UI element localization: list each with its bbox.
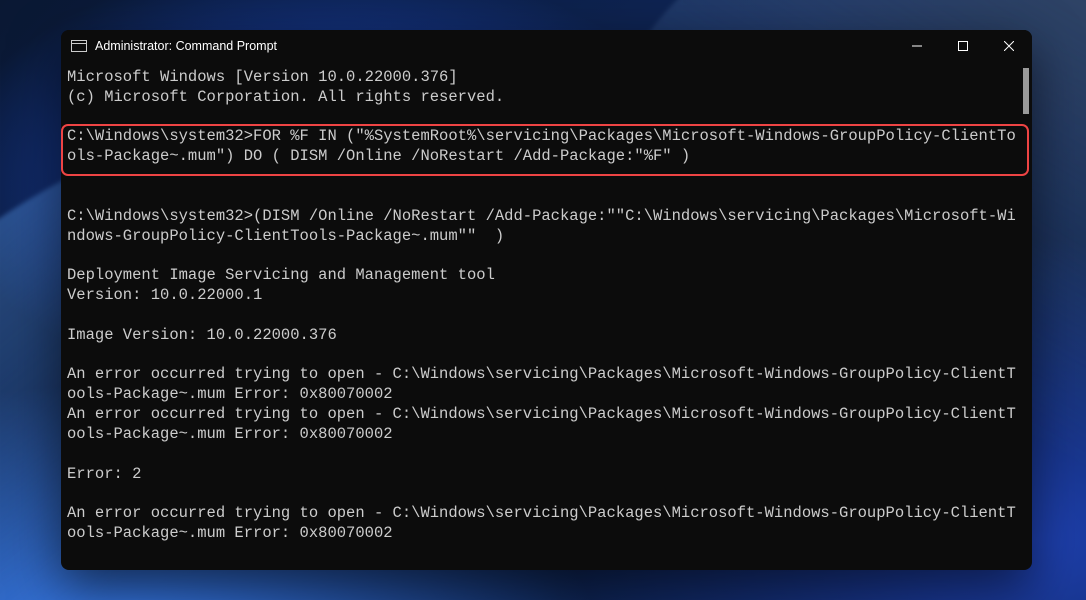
maximize-icon: [958, 41, 968, 51]
maximize-button[interactable]: [940, 30, 986, 62]
minimize-icon: [912, 41, 922, 51]
close-button[interactable]: [986, 30, 1032, 62]
cmd-icon: [71, 40, 87, 52]
titlebar[interactable]: Administrator: Command Prompt: [61, 30, 1032, 62]
cmd-window: Administrator: Command Prompt Microsoft …: [61, 30, 1032, 570]
minimize-button[interactable]: [894, 30, 940, 62]
terminal-viewport: Microsoft Windows [Version 10.0.22000.37…: [61, 62, 1032, 570]
scrollbar-thumb[interactable]: [1023, 68, 1029, 114]
terminal-output[interactable]: Microsoft Windows [Version 10.0.22000.37…: [61, 62, 1032, 570]
close-icon: [1004, 41, 1014, 51]
window-title: Administrator: Command Prompt: [95, 39, 277, 53]
